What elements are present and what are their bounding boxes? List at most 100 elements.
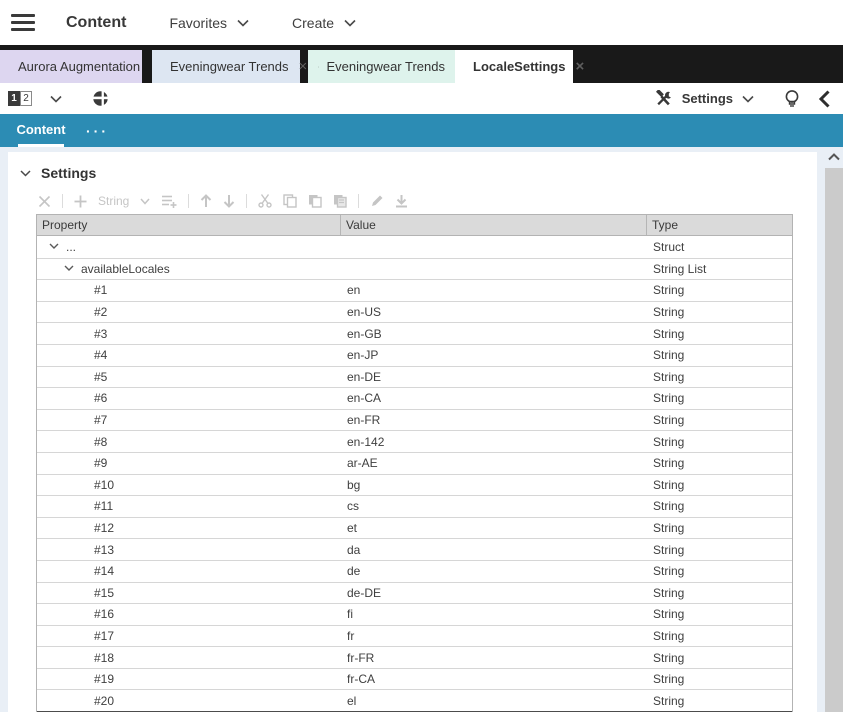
tab-label: Aurora Augmentation bbox=[18, 59, 140, 74]
split-view-toggle[interactable]: 1 2 bbox=[8, 91, 32, 106]
table-row[interactable]: #11csString bbox=[37, 495, 792, 517]
table-row[interactable]: ...Struct bbox=[37, 236, 792, 258]
create-menu[interactable]: Create bbox=[292, 15, 356, 31]
tab-localesettings-active[interactable]: LocaleSettings × bbox=[455, 50, 573, 83]
locale-globe-icon[interactable] bbox=[92, 90, 109, 107]
type-cell: String bbox=[647, 496, 792, 517]
document-toolbar: 1 2 Settings bbox=[0, 83, 843, 114]
cut-icon[interactable] bbox=[258, 194, 272, 208]
tab-aurora-augmentation[interactable]: Aurora Augmentation bbox=[0, 50, 142, 83]
table-row[interactable]: #8en-142String bbox=[37, 430, 792, 452]
table-row[interactable]: #20elString bbox=[37, 689, 792, 711]
tab-close-icon[interactable]: × bbox=[299, 59, 308, 74]
scrollbar-thumb[interactable] bbox=[825, 168, 843, 712]
chevron-down-icon bbox=[237, 19, 249, 27]
property-cell: #6 bbox=[37, 388, 341, 409]
value-cell: en-JP bbox=[341, 345, 647, 366]
property-type-select[interactable]: String bbox=[98, 194, 129, 208]
property-cell: #16 bbox=[37, 604, 341, 625]
table-row[interactable]: #12etString bbox=[37, 517, 792, 539]
property-name: #11 bbox=[94, 499, 113, 513]
table-row[interactable]: #9ar-AEString bbox=[37, 452, 792, 474]
type-cell: String bbox=[647, 583, 792, 604]
value-cell: da bbox=[341, 539, 647, 560]
table-row[interactable]: #18fr-FRString bbox=[37, 646, 792, 668]
paste-icon[interactable] bbox=[308, 194, 322, 208]
table-row[interactable]: #6en-CAString bbox=[37, 387, 792, 409]
table-row[interactable]: #17frString bbox=[37, 625, 792, 647]
struct-property-table: Property Value Type ...StructavailableLo… bbox=[36, 214, 793, 712]
value-cell bbox=[341, 259, 647, 280]
settings-section-header[interactable]: Settings bbox=[8, 152, 817, 181]
collapse-panel-chevron-left-icon[interactable] bbox=[818, 90, 831, 108]
property-name: availableLocales bbox=[81, 262, 170, 276]
type-cell: String bbox=[647, 367, 792, 388]
value-cell: fi bbox=[341, 604, 647, 625]
tab-label: Eveningwear Trends bbox=[170, 59, 289, 74]
import-icon[interactable] bbox=[395, 194, 408, 208]
type-cell: String bbox=[647, 539, 792, 560]
property-name: #5 bbox=[94, 370, 107, 384]
value-cell: ar-AE bbox=[341, 453, 647, 474]
edit-pencil-icon[interactable] bbox=[370, 194, 384, 208]
table-row[interactable]: #19fr-CAString bbox=[37, 668, 792, 690]
table-row[interactable]: #14deString bbox=[37, 560, 792, 582]
copy-icon[interactable] bbox=[283, 194, 297, 208]
column-header-type[interactable]: Type bbox=[647, 215, 792, 235]
lightbulb-icon[interactable] bbox=[784, 89, 800, 109]
remove-icon[interactable] bbox=[38, 195, 51, 208]
table-row[interactable]: #3en-GBString bbox=[37, 322, 792, 344]
type-cell: String bbox=[647, 475, 792, 496]
property-name: #14 bbox=[94, 564, 114, 578]
tab-label: LocaleSettings bbox=[473, 59, 565, 74]
table-row[interactable]: #13 daString bbox=[37, 538, 792, 560]
property-cell: #20 bbox=[37, 690, 341, 711]
column-header-property[interactable]: Property bbox=[37, 215, 341, 235]
hamburger-menu-icon[interactable] bbox=[11, 10, 35, 35]
scroll-up-button[interactable] bbox=[825, 147, 843, 167]
tab-content-active[interactable]: Content bbox=[18, 114, 64, 147]
table-row[interactable]: availableLocales String List bbox=[37, 258, 792, 280]
tab-eveningwear-trends-1[interactable]: Eveningwear Trends × bbox=[152, 50, 300, 83]
column-header-value[interactable]: Value bbox=[341, 215, 647, 235]
tab-close-icon[interactable]: × bbox=[575, 59, 584, 74]
table-row[interactable]: #2en-USString bbox=[37, 301, 792, 323]
row-expand-chevron-icon[interactable] bbox=[64, 265, 74, 272]
property-name: #17 bbox=[94, 629, 114, 643]
app-title: Content bbox=[66, 14, 126, 32]
settings-dropdown[interactable]: Settings bbox=[654, 90, 754, 107]
tab-overflow-dots[interactable]: ··· bbox=[86, 114, 109, 147]
property-cell: #11 bbox=[37, 496, 341, 517]
row-expand-chevron-icon[interactable] bbox=[49, 243, 59, 250]
value-cell: en-DE bbox=[341, 367, 647, 388]
add-property-icon[interactable] bbox=[74, 195, 87, 208]
settings-label: Settings bbox=[682, 91, 733, 106]
type-cell: String List bbox=[647, 259, 792, 280]
favorites-menu[interactable]: Favorites bbox=[169, 15, 249, 31]
property-cell: #5 bbox=[37, 367, 341, 388]
table-row[interactable]: #1enString bbox=[37, 279, 792, 301]
property-cell: #8 bbox=[37, 431, 341, 452]
type-cell: String bbox=[647, 604, 792, 625]
move-down-icon[interactable] bbox=[223, 194, 235, 208]
table-row[interactable]: #4en-JPString bbox=[37, 344, 792, 366]
add-multiple-icon[interactable] bbox=[161, 194, 177, 208]
type-chevron-down-icon[interactable] bbox=[140, 198, 150, 205]
table-row[interactable]: #15de-DEString bbox=[37, 582, 792, 604]
move-up-icon[interactable] bbox=[200, 194, 212, 208]
form-tabbar: Content ··· bbox=[0, 114, 843, 147]
table-row[interactable]: #10bgString bbox=[37, 474, 792, 496]
paste-special-icon[interactable] bbox=[333, 194, 347, 208]
tools-icon bbox=[654, 90, 673, 107]
value-cell: bg bbox=[341, 475, 647, 496]
property-name: #13 bbox=[94, 543, 114, 557]
table-row[interactable]: #16fiString bbox=[37, 603, 792, 625]
type-cell: String bbox=[647, 518, 792, 539]
table-row[interactable]: #7en-FRString bbox=[37, 409, 792, 431]
value-cell: fr bbox=[341, 626, 647, 647]
split-view-chevron-down-icon[interactable] bbox=[50, 95, 62, 103]
property-name: #8 bbox=[94, 435, 107, 449]
tab-eveningwear-trends-2[interactable]: Eveningwear Trends bbox=[308, 50, 455, 83]
type-cell: String bbox=[647, 453, 792, 474]
table-row[interactable]: #5 en-DEString bbox=[37, 366, 792, 388]
